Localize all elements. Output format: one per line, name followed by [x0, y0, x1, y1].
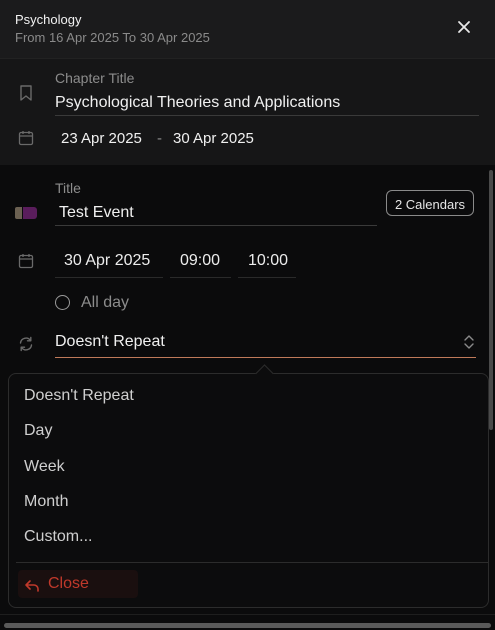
- dialog-header: Psychology From 16 Apr 2025 To 30 Apr 20…: [0, 0, 495, 59]
- chapter-start-date[interactable]: 23 Apr 2025: [61, 130, 142, 147]
- repeat-option-month[interactable]: Month: [24, 493, 68, 511]
- calendar-icon: [17, 129, 35, 147]
- bottom-divider: [0, 614, 495, 615]
- chapter-title-underline: [55, 115, 479, 116]
- date-separator: -: [157, 130, 162, 147]
- repeat-icon: [17, 335, 35, 353]
- event-title-input[interactable]: Test Event: [59, 204, 134, 222]
- event-color-swatch[interactable]: [15, 207, 37, 219]
- dropdown-divider: [16, 562, 489, 563]
- chapter-end-date[interactable]: 30 Apr 2025: [173, 130, 254, 147]
- repeat-select-underline: [55, 357, 476, 358]
- repeat-option-week[interactable]: Week: [24, 458, 65, 476]
- course-title: Psychology: [15, 12, 82, 27]
- repeat-select[interactable]: Doesn't Repeat: [55, 333, 165, 351]
- event-date-field[interactable]: 30 Apr 2025: [55, 248, 163, 278]
- event-calendar-icon: [17, 252, 35, 270]
- course-date-range: From 16 Apr 2025 To 30 Apr 2025: [15, 30, 210, 45]
- chapter-title-label: Chapter Title: [55, 70, 135, 86]
- chapter-title-input[interactable]: Psychological Theories and Applications: [55, 94, 340, 112]
- start-time-field[interactable]: 09:00: [170, 248, 231, 278]
- repeat-option-none[interactable]: Doesn't Repeat: [24, 387, 134, 405]
- horizontal-scrollbar[interactable]: [4, 623, 491, 628]
- vertical-scrollbar[interactable]: [489, 170, 493, 430]
- dropdown-close-label[interactable]: Close: [48, 575, 89, 593]
- close-icon[interactable]: [455, 18, 473, 36]
- end-time-field[interactable]: 10:00: [238, 248, 296, 278]
- event-title-underline: [55, 225, 377, 226]
- return-arrow-icon[interactable]: [24, 577, 40, 593]
- repeat-option-day[interactable]: Day: [24, 422, 52, 440]
- calendars-button[interactable]: 2 Calendars: [386, 190, 474, 216]
- repeat-option-custom[interactable]: Custom...: [24, 528, 92, 546]
- select-arrows-icon[interactable]: [462, 333, 476, 351]
- event-title-label: Title: [55, 180, 81, 196]
- bookmark-icon: [17, 84, 35, 102]
- all-day-radio[interactable]: [55, 295, 70, 310]
- all-day-label: All day: [81, 294, 130, 311]
